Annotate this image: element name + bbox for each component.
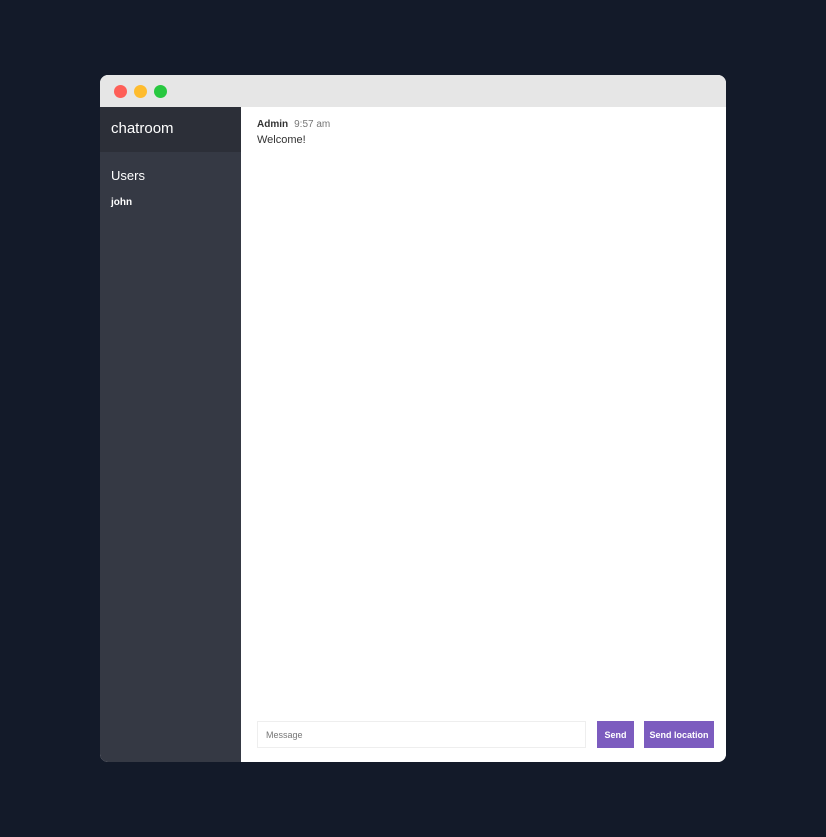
sidebar: chatroom Users john — [100, 107, 241, 762]
message-form: Send Send location — [257, 721, 714, 748]
minimize-window-button[interactable] — [134, 85, 147, 98]
title-bar — [100, 75, 726, 107]
send-button[interactable]: Send — [597, 721, 634, 748]
user-list-item: john — [111, 197, 133, 208]
message-input[interactable] — [257, 721, 586, 748]
chat-panel: Admin 9:57 am Welcome! Send Send location — [241, 107, 726, 762]
message-author: Admin — [257, 119, 289, 130]
message: Admin 9:57 am Welcome! — [257, 119, 714, 146]
room-title: chatroom — [100, 107, 241, 152]
users-heading: Users — [111, 168, 145, 183]
message-meta: Admin 9:57 am — [257, 119, 714, 131]
message-list: Admin 9:57 am Welcome! — [257, 119, 714, 146]
message-text: Welcome! — [257, 134, 306, 146]
send-location-button[interactable]: Send location — [644, 721, 714, 748]
app-window: chatroom Users john Admin 9:57 am Welcome… — [100, 75, 726, 762]
user-list: john — [100, 183, 241, 208]
maximize-window-button[interactable] — [154, 85, 167, 98]
app-body: chatroom Users john Admin 9:57 am Welcome… — [100, 107, 726, 762]
close-window-button[interactable] — [114, 85, 127, 98]
message-timestamp: 9:57 am — [294, 119, 331, 130]
